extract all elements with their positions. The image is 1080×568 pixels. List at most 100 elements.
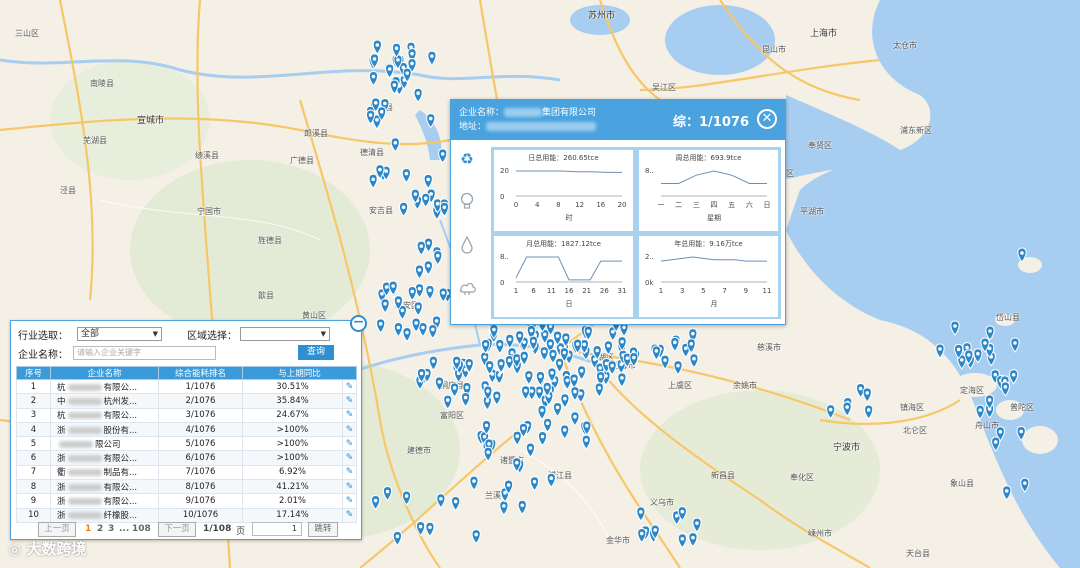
enterprise-pin-icon[interactable] bbox=[398, 201, 409, 218]
industry-select[interactable]: 全部 ▼ bbox=[77, 327, 162, 341]
enterprise-pin-icon[interactable] bbox=[864, 404, 874, 420]
table-row[interactable]: 10 浙 纤橡股... 10/1076 17.14% ✎ bbox=[16, 507, 357, 523]
enterprise-pin-icon[interactable] bbox=[414, 264, 425, 280]
enterprise-pin-icon[interactable] bbox=[1000, 381, 1010, 397]
enterprise-pin-icon[interactable] bbox=[413, 301, 423, 317]
enterprise-pin-icon[interactable] bbox=[492, 390, 502, 406]
company-name-cell[interactable]: 限公司 bbox=[50, 436, 159, 452]
page-2[interactable]: 2 bbox=[97, 524, 103, 534]
enterprise-pin-icon[interactable] bbox=[973, 348, 983, 364]
enterprise-pin-icon[interactable] bbox=[1017, 247, 1027, 263]
page-108[interactable]: 108 bbox=[132, 524, 151, 534]
enterprise-pin-icon[interactable] bbox=[581, 434, 591, 450]
company-name-cell[interactable]: 浙 股份有... bbox=[50, 421, 159, 438]
enterprise-pin-icon[interactable] bbox=[427, 50, 437, 66]
jump-button[interactable]: 跳转 bbox=[308, 522, 338, 537]
enterprise-pin-icon[interactable] bbox=[413, 87, 423, 104]
enterprise-pin-icon[interactable] bbox=[495, 338, 505, 355]
enterprise-pin-icon[interactable] bbox=[505, 333, 515, 350]
enterprise-pin-icon[interactable] bbox=[637, 528, 647, 544]
enterprise-pin-icon[interactable] bbox=[368, 71, 379, 87]
enterprise-pin-icon[interactable] bbox=[991, 436, 1001, 452]
enterprise-pin-icon[interactable] bbox=[950, 320, 960, 336]
enterprise-pin-icon[interactable] bbox=[380, 298, 390, 314]
prev-page-button[interactable]: 上一页 bbox=[38, 522, 76, 537]
enterprise-pin-icon[interactable] bbox=[401, 167, 412, 184]
table-row[interactable]: 9 浙 有限公... 9/1076 2.01% ✎ bbox=[16, 493, 357, 509]
edit-icon[interactable]: ✎ bbox=[342, 407, 357, 423]
enterprise-pin-icon[interactable] bbox=[425, 521, 435, 538]
company-name-cell[interactable]: 浙 有限公... bbox=[50, 479, 159, 495]
enterprise-pin-icon[interactable] bbox=[569, 373, 579, 389]
table-row[interactable]: 5 限公司 5/1076 >100% ✎ bbox=[16, 436, 357, 452]
enterprise-pin-icon[interactable] bbox=[393, 322, 404, 338]
company-name-cell[interactable]: 中 杭州发... bbox=[50, 393, 159, 409]
table-row[interactable]: 1 杭 有限公... 1/1076 30.51% ✎ bbox=[16, 378, 357, 395]
table-row[interactable]: 8 浙 有限公... 8/1076 41.21% ✎ bbox=[16, 479, 357, 495]
enterprise-pin-icon[interactable] bbox=[636, 506, 646, 522]
company-search-input[interactable]: 请输入企业关键字 bbox=[73, 346, 216, 360]
enterprise-pin-icon[interactable] bbox=[434, 376, 445, 392]
enterprise-pin-icon[interactable] bbox=[660, 354, 670, 370]
enterprise-pin-icon[interactable] bbox=[460, 392, 471, 408]
enterprise-pin-icon[interactable] bbox=[594, 382, 604, 398]
enterprise-pin-icon[interactable] bbox=[512, 430, 522, 446]
enterprise-pin-icon[interactable] bbox=[1010, 337, 1020, 353]
enterprise-pin-icon[interactable] bbox=[570, 411, 580, 427]
edit-icon[interactable]: ✎ bbox=[342, 464, 357, 481]
enterprise-pin-icon[interactable] bbox=[524, 369, 534, 386]
enterprise-pin-icon[interactable] bbox=[537, 404, 547, 421]
enterprise-pin-icon[interactable] bbox=[469, 475, 479, 491]
company-name-cell[interactable]: 衢 制品有... bbox=[50, 464, 159, 481]
region-select[interactable]: ▼ bbox=[240, 327, 330, 341]
enterprise-pin-icon[interactable] bbox=[443, 394, 453, 410]
enterprise-pin-icon[interactable] bbox=[376, 318, 386, 334]
enterprise-pin-icon[interactable] bbox=[673, 360, 683, 376]
edit-icon[interactable]: ✎ bbox=[342, 378, 357, 395]
enterprise-pin-icon[interactable] bbox=[428, 355, 438, 371]
company-name-cell[interactable]: 浙 有限公... bbox=[50, 450, 159, 466]
edit-icon[interactable]: ✎ bbox=[342, 450, 357, 466]
enterprise-pin-icon[interactable] bbox=[689, 353, 699, 369]
enterprise-pin-icon[interactable] bbox=[554, 357, 565, 374]
enterprise-pin-icon[interactable] bbox=[1020, 477, 1030, 493]
enterprise-pin-icon[interactable] bbox=[521, 385, 531, 401]
enterprise-pin-icon[interactable] bbox=[402, 327, 412, 343]
table-row[interactable]: 7 衢 制品有... 7/1076 6.92% ✎ bbox=[16, 464, 357, 481]
enterprise-pin-icon[interactable] bbox=[372, 39, 382, 55]
enterprise-pin-icon[interactable] bbox=[677, 533, 687, 549]
table-row[interactable]: 6 浙 有限公... 6/1076 >100% ✎ bbox=[16, 450, 357, 466]
edit-icon[interactable]: ✎ bbox=[342, 493, 357, 509]
enterprise-pin-icon[interactable] bbox=[433, 250, 443, 266]
table-row[interactable]: 3 杭 有限公... 3/1076 24.67% ✎ bbox=[16, 407, 357, 423]
company-name-cell[interactable]: 浙 有限公... bbox=[50, 493, 159, 509]
table-row[interactable]: 2 中 杭州发... 2/1076 35.84% ✎ bbox=[16, 393, 357, 409]
enterprise-pin-icon[interactable] bbox=[423, 260, 433, 276]
enterprise-pin-icon[interactable] bbox=[525, 442, 536, 458]
enterprise-pin-icon[interactable] bbox=[552, 401, 563, 418]
enterprise-pin-icon[interactable] bbox=[617, 372, 627, 388]
enterprise-pin-icon[interactable] bbox=[1016, 425, 1026, 442]
water-drop-icon[interactable] bbox=[459, 235, 475, 258]
enterprise-pin-icon[interactable] bbox=[935, 343, 945, 359]
company-name-cell[interactable]: 杭 有限公... bbox=[50, 378, 159, 395]
lightbulb-icon[interactable] bbox=[459, 192, 475, 214]
enterprise-pin-icon[interactable] bbox=[670, 336, 680, 353]
enterprise-pin-icon[interactable] bbox=[862, 387, 872, 403]
enterprise-pin-icon[interactable] bbox=[438, 148, 448, 164]
next-page-button[interactable]: 下一页 bbox=[158, 522, 196, 537]
enterprise-pin-icon[interactable] bbox=[629, 352, 639, 368]
enterprise-pin-icon[interactable] bbox=[392, 530, 403, 547]
enterprise-pin-icon[interactable] bbox=[546, 472, 556, 489]
enterprise-pin-icon[interactable] bbox=[423, 173, 433, 190]
edit-icon[interactable]: ✎ bbox=[342, 507, 357, 523]
edit-icon[interactable]: ✎ bbox=[342, 436, 357, 452]
page-3[interactable]: 3 bbox=[108, 524, 114, 534]
enterprise-pin-icon[interactable] bbox=[483, 446, 493, 463]
enterprise-pin-icon[interactable] bbox=[401, 490, 412, 506]
table-row[interactable]: 4 浙 股份有... 4/1076 >100% ✎ bbox=[16, 421, 357, 438]
enterprise-pin-icon[interactable] bbox=[421, 192, 431, 209]
enterprise-pin-icon[interactable] bbox=[370, 495, 381, 511]
enterprise-pin-icon[interactable] bbox=[517, 499, 527, 516]
enterprise-pin-icon[interactable] bbox=[499, 500, 509, 516]
